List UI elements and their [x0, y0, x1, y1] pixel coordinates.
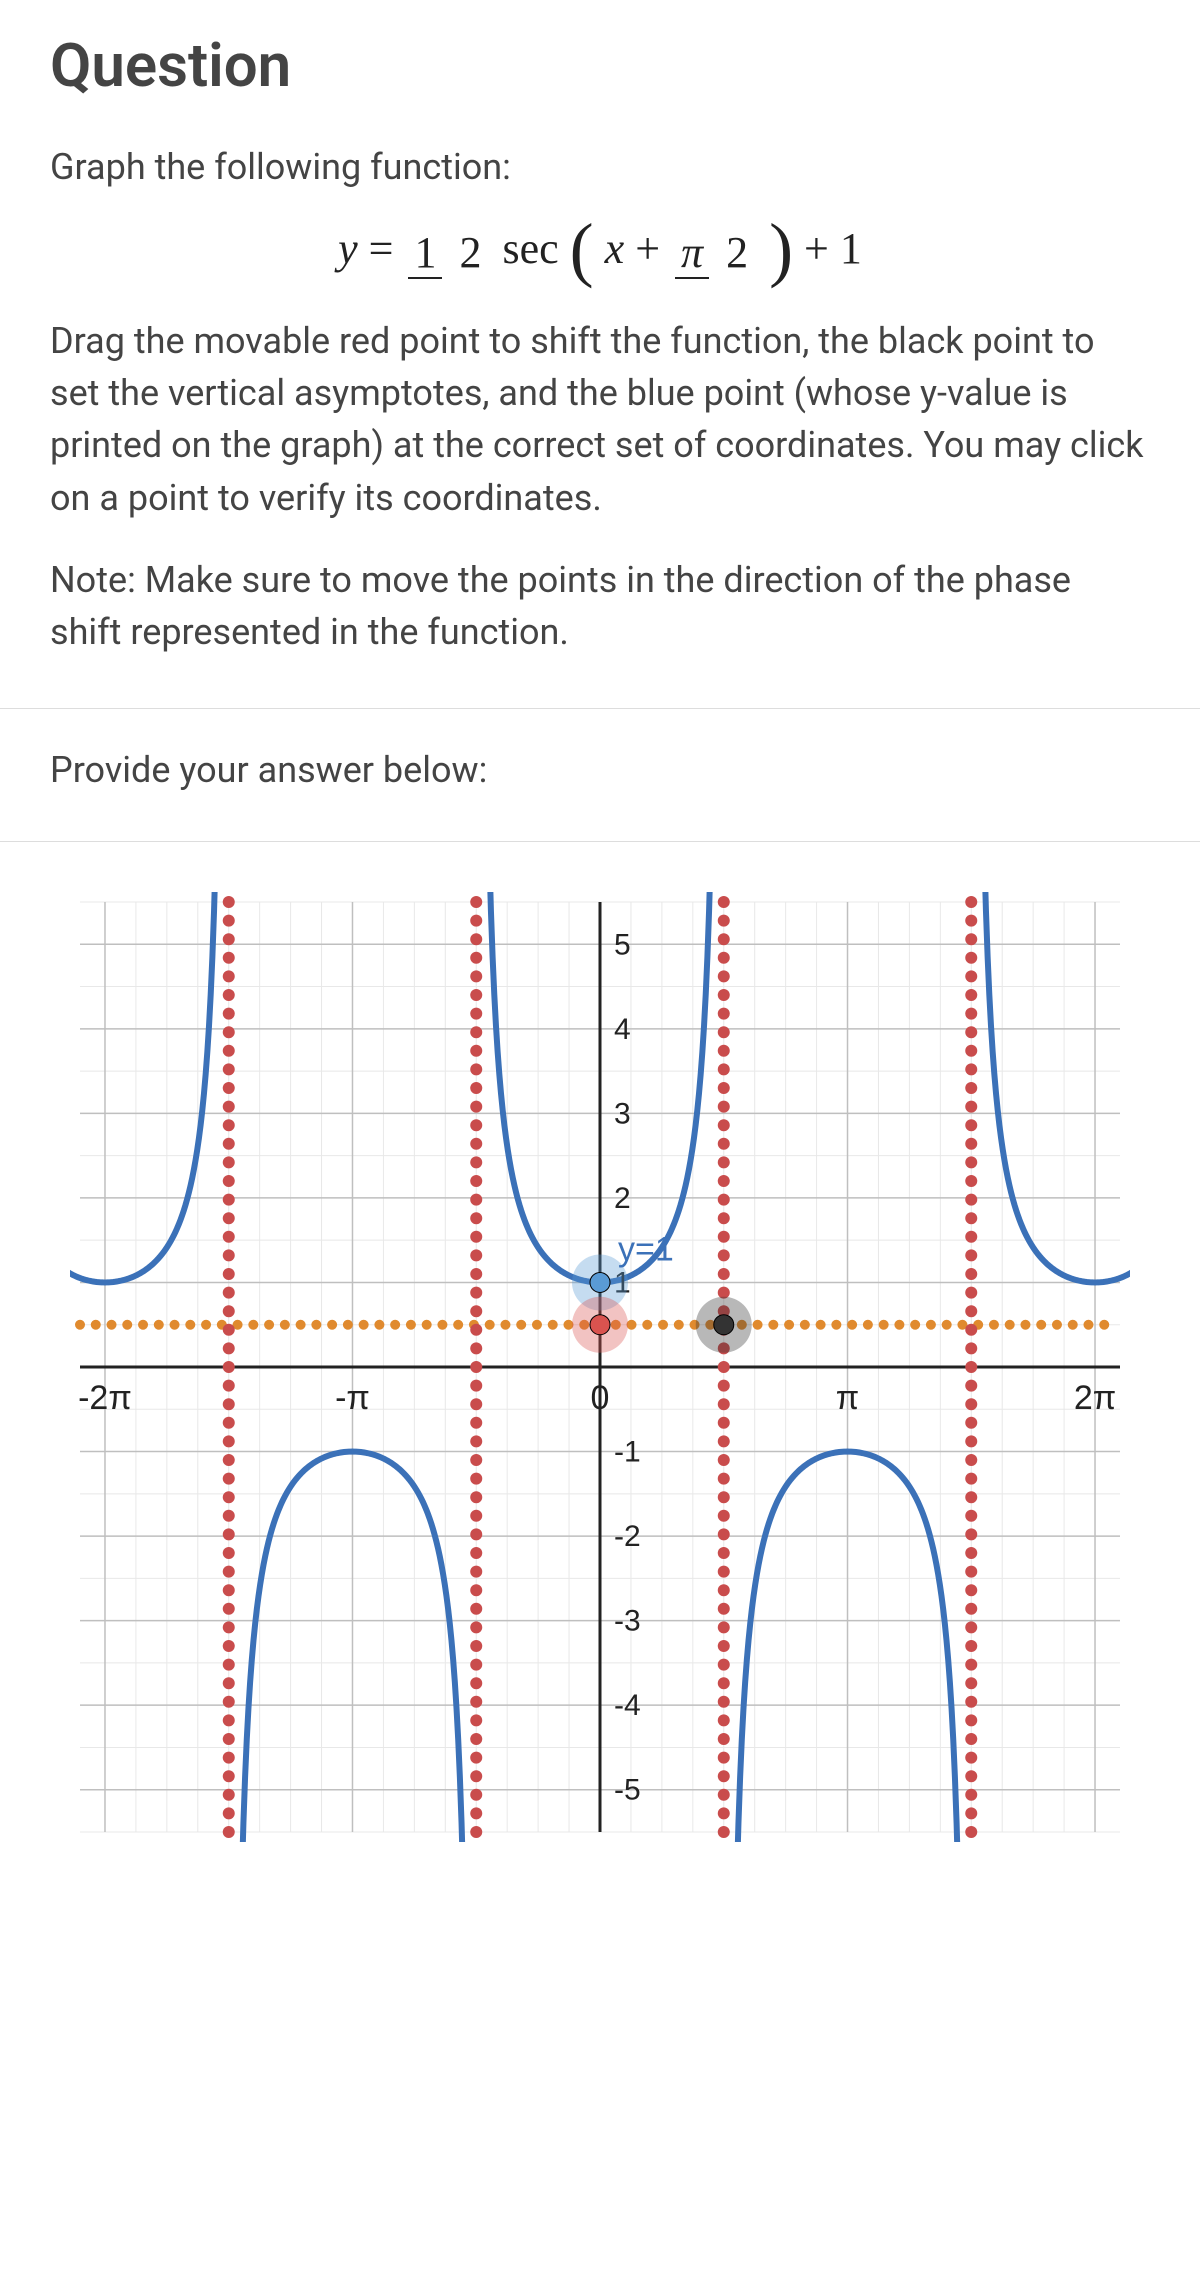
- svg-text:2: 2: [614, 1182, 631, 1215]
- divider-2: [0, 841, 1200, 842]
- svg-text:-1: -1: [614, 1436, 641, 1469]
- svg-text:-2π: -2π: [78, 1379, 132, 1417]
- svg-text:-3: -3: [614, 1605, 641, 1638]
- svg-text:y=1: y=1: [618, 1231, 674, 1269]
- graph-svg[interactable]: -5-4-3-2-112345-2π-π0π2πy=1: [70, 892, 1130, 1842]
- svg-text:-π: -π: [335, 1379, 370, 1417]
- instruction-note: Note: Make sure to move the points in th…: [50, 554, 1150, 658]
- black-point[interactable]: [696, 1297, 752, 1353]
- instruction-lead: Graph the following function:: [50, 141, 1150, 193]
- blue-point[interactable]: y=1: [572, 1231, 674, 1311]
- svg-text:π: π: [836, 1379, 859, 1417]
- red-point[interactable]: [572, 1297, 628, 1353]
- answer-prompt: Provide your answer below:: [50, 749, 1150, 791]
- svg-text:-4: -4: [614, 1689, 641, 1722]
- graph-canvas[interactable]: -5-4-3-2-112345-2π-π0π2πy=1: [70, 892, 1130, 1872]
- question-heading: Question: [50, 30, 1150, 101]
- svg-text:-2: -2: [614, 1520, 641, 1553]
- instruction-drag: Drag the movable red point to shift the …: [50, 315, 1150, 524]
- divider: [0, 708, 1200, 709]
- svg-text:3: 3: [614, 1098, 631, 1131]
- svg-text:0: 0: [591, 1379, 610, 1417]
- equation: y = 1 2 sec ( x + π 2 ) + 1: [50, 223, 1150, 275]
- svg-text:4: 4: [614, 1013, 631, 1046]
- svg-text:2π: 2π: [1074, 1379, 1116, 1417]
- svg-text:-5: -5: [614, 1774, 641, 1807]
- svg-text:5: 5: [614, 928, 631, 961]
